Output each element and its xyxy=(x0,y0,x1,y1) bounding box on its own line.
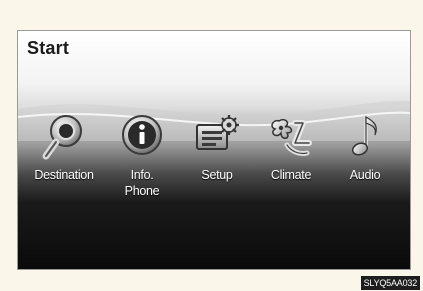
climate-button[interactable]: Climate xyxy=(255,111,327,183)
setup-button[interactable]: Setup xyxy=(181,111,253,183)
magnifier-icon xyxy=(42,115,82,160)
figure-code: SLYQ5AA032 xyxy=(360,276,420,290)
start-screen: Start Destination Info. Phone Setup Clim… xyxy=(17,30,411,270)
info-phone-label: Info. Phone xyxy=(124,168,160,198)
info-phone-button[interactable]: Info. Phone xyxy=(106,111,178,199)
music-note-icon xyxy=(351,115,377,156)
setup-label: Setup xyxy=(201,168,233,182)
page-frame: Start Destination Info. Phone Setup Clim… xyxy=(0,0,423,291)
destination-label: Destination xyxy=(34,168,94,182)
screen-title: Start xyxy=(27,38,70,58)
climate-fan-icon xyxy=(271,118,312,156)
destination-button[interactable]: Destination xyxy=(28,111,100,183)
audio-button[interactable]: Audio xyxy=(329,111,401,183)
info-icon xyxy=(122,115,162,155)
setup-gear-icon xyxy=(196,115,239,150)
climate-label: Climate xyxy=(270,168,312,182)
audio-label: Audio xyxy=(349,168,381,182)
